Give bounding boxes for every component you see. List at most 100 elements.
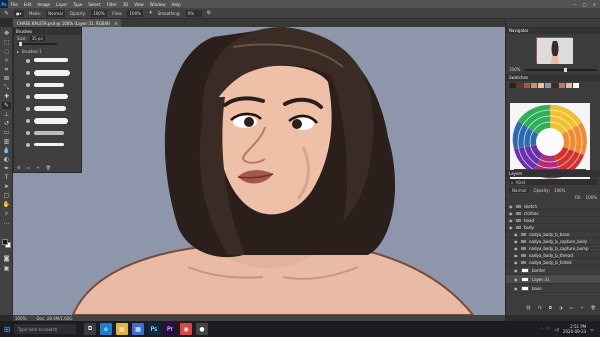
dodge-tool-icon[interactable]: ◐ [2,156,11,163]
pen-tool-icon[interactable]: ✒ [2,165,11,172]
new-group-folder-icon[interactable]: ▭ [570,305,574,310]
delete-layer-icon[interactable]: 🗑 [591,305,596,310]
brush-size-value[interactable]: 35 px [29,36,45,41]
flow-input[interactable]: 100% [127,9,144,17]
link-layers-icon[interactable]: ⛓ [526,305,531,310]
obs-icon[interactable]: ● [196,323,208,335]
gradient-tool-icon[interactable]: ▥ [2,138,11,145]
airbrush-icon[interactable]: ✈ [148,10,152,16]
marquee-tool-icon[interactable]: ⬚ [2,39,11,46]
lasso-tool-icon[interactable]: ◌ [2,48,11,55]
swatch[interactable] [566,83,572,88]
mode-select[interactable]: Normal [46,9,65,17]
visibility-eye-icon[interactable]: ◉ [509,211,513,216]
layer-row[interactable]: ◉ nadya_body_b_capture_bump [506,245,600,252]
eraser-tool-icon[interactable]: ▭ [2,129,11,136]
new-brush-icon[interactable]: + [36,165,39,170]
hand-tool-icon[interactable]: ✋ [2,201,11,208]
file-explorer-icon[interactable]: ▤ [116,323,128,335]
visibility-eye-icon[interactable]: ◉ [509,225,513,230]
document-tab[interactable]: CHASE KALETA.psd @ 100% (Layer 31, RGB/8… [13,19,122,27]
layer-row-selected[interactable]: ◉ Layer 31 [506,275,600,284]
status-zoom[interactable]: 100% [15,316,26,321]
move-tool-icon[interactable]: ✥ [2,30,11,37]
navigator-zoom-slider[interactable] [524,67,597,72]
shape-tool-icon[interactable]: ▢ [2,192,11,199]
windows-start-icon[interactable]: ⊞ [0,321,14,337]
layer-row[interactable]: ◉ head [506,217,600,224]
layer-row[interactable]: ◉ nadya_body_b_tinted [506,259,600,266]
adjustment-layer-icon[interactable]: ◑ [559,305,563,310]
volume-icon[interactable]: ◁) [554,327,559,332]
premiere-icon[interactable]: Pr [164,323,176,335]
brush-size-slider[interactable] [17,42,57,46]
visibility-eye-icon[interactable]: ◉ [514,239,518,244]
new-group-icon[interactable]: ▭ [27,165,31,170]
layer-filter-kind[interactable]: Kind [516,180,525,185]
swatch[interactable] [531,83,537,88]
settings-gear-icon[interactable]: ⚙ [207,10,211,16]
swatch[interactable] [510,83,516,88]
navigator-preview[interactable] [536,37,573,64]
menu-image[interactable]: Image [34,2,53,7]
notifications-icon[interactable]: ▭ [590,327,594,332]
layer-row[interactable]: ◉ sketch [506,203,600,210]
blur-tool-icon[interactable]: 💧 [2,147,11,154]
crop-tool-icon[interactable]: ⌗ [2,66,11,73]
visibility-eye-icon[interactable]: ◉ [514,260,518,265]
swatch[interactable] [524,83,530,88]
brush-stroke-preview[interactable] [34,70,70,76]
navigator-zoom-value[interactable]: 100% [509,67,520,72]
frame-tool-icon[interactable]: ⊠ [2,75,11,82]
brush-preset-thumb[interactable] [26,71,30,75]
menu-help[interactable]: Help [168,2,183,7]
layers-panel-header[interactable]: Layers [506,170,600,177]
brush-stroke-preview[interactable] [34,118,68,124]
document-canvas[interactable] [13,27,505,315]
layer-row[interactable]: ◉ body [506,224,600,231]
history-brush-tool-icon[interactable]: ↺ [2,120,11,127]
zoom-tool-icon[interactable]: ⌕ [2,210,11,217]
minimize-button[interactable]: — [573,2,577,7]
menu-window[interactable]: Window [147,2,169,7]
menu-file[interactable]: File [8,2,21,7]
menu-type[interactable]: Type [70,2,85,7]
brush-stroke-preview[interactable] [34,106,66,111]
swatch[interactable] [559,83,565,88]
eyedropper-tool-icon[interactable]: ⤡ [2,84,11,91]
new-layer-icon[interactable]: + [580,305,583,310]
brush-preset-thumb[interactable] [26,59,30,63]
layer-row[interactable]: ◉ nadya_body_b_capture_body [506,238,600,245]
close-tab-icon[interactable]: × [114,21,117,26]
task-view-icon[interactable]: ⧉ [84,323,96,335]
visibility-eye-icon[interactable]: ◉ [514,253,518,258]
brush-stroke-preview[interactable] [34,143,64,146]
chevron-up-icon[interactable]: ˄ [541,327,543,332]
swatch[interactable] [517,83,523,88]
brush-preset-thumb[interactable] [26,119,30,123]
swatch[interactable] [573,83,579,88]
chrome-icon[interactable]: ◉ [180,323,192,335]
clone-stamp-tool-icon[interactable]: ⊥ [2,111,11,118]
delete-brush-icon[interactable]: 🗑 [46,165,51,170]
menu-edit[interactable]: Edit [21,2,35,7]
menu-view[interactable]: View [131,2,147,7]
photoshop-icon[interactable]: Ps [148,323,160,335]
swatch[interactable] [545,83,551,88]
layer-style-icon[interactable]: fx [538,305,542,310]
menu-3d[interactable]: 3D [120,2,132,7]
foreground-color-swatch[interactable] [2,239,8,245]
layer-row[interactable]: ◉ base [506,284,600,293]
brush-preset-thumb[interactable] [26,83,30,87]
layer-row[interactable]: ◉ clothes [506,210,600,217]
brush-preset-thumb[interactable] [26,143,30,147]
visibility-eye-icon[interactable]: ◉ [514,232,518,237]
maximize-button[interactable]: □ [583,2,587,7]
visibility-eye-icon[interactable]: ◉ [509,218,513,223]
type-tool-icon[interactable]: T [2,174,11,181]
visibility-eye-icon[interactable]: ◉ [514,268,518,273]
smoothing-input[interactable]: 0% [185,9,202,17]
brush-preset-thumb[interactable] [26,95,30,99]
network-icon[interactable]: ⌔ [547,326,551,332]
color-swatches-fg-bg[interactable] [2,239,12,249]
